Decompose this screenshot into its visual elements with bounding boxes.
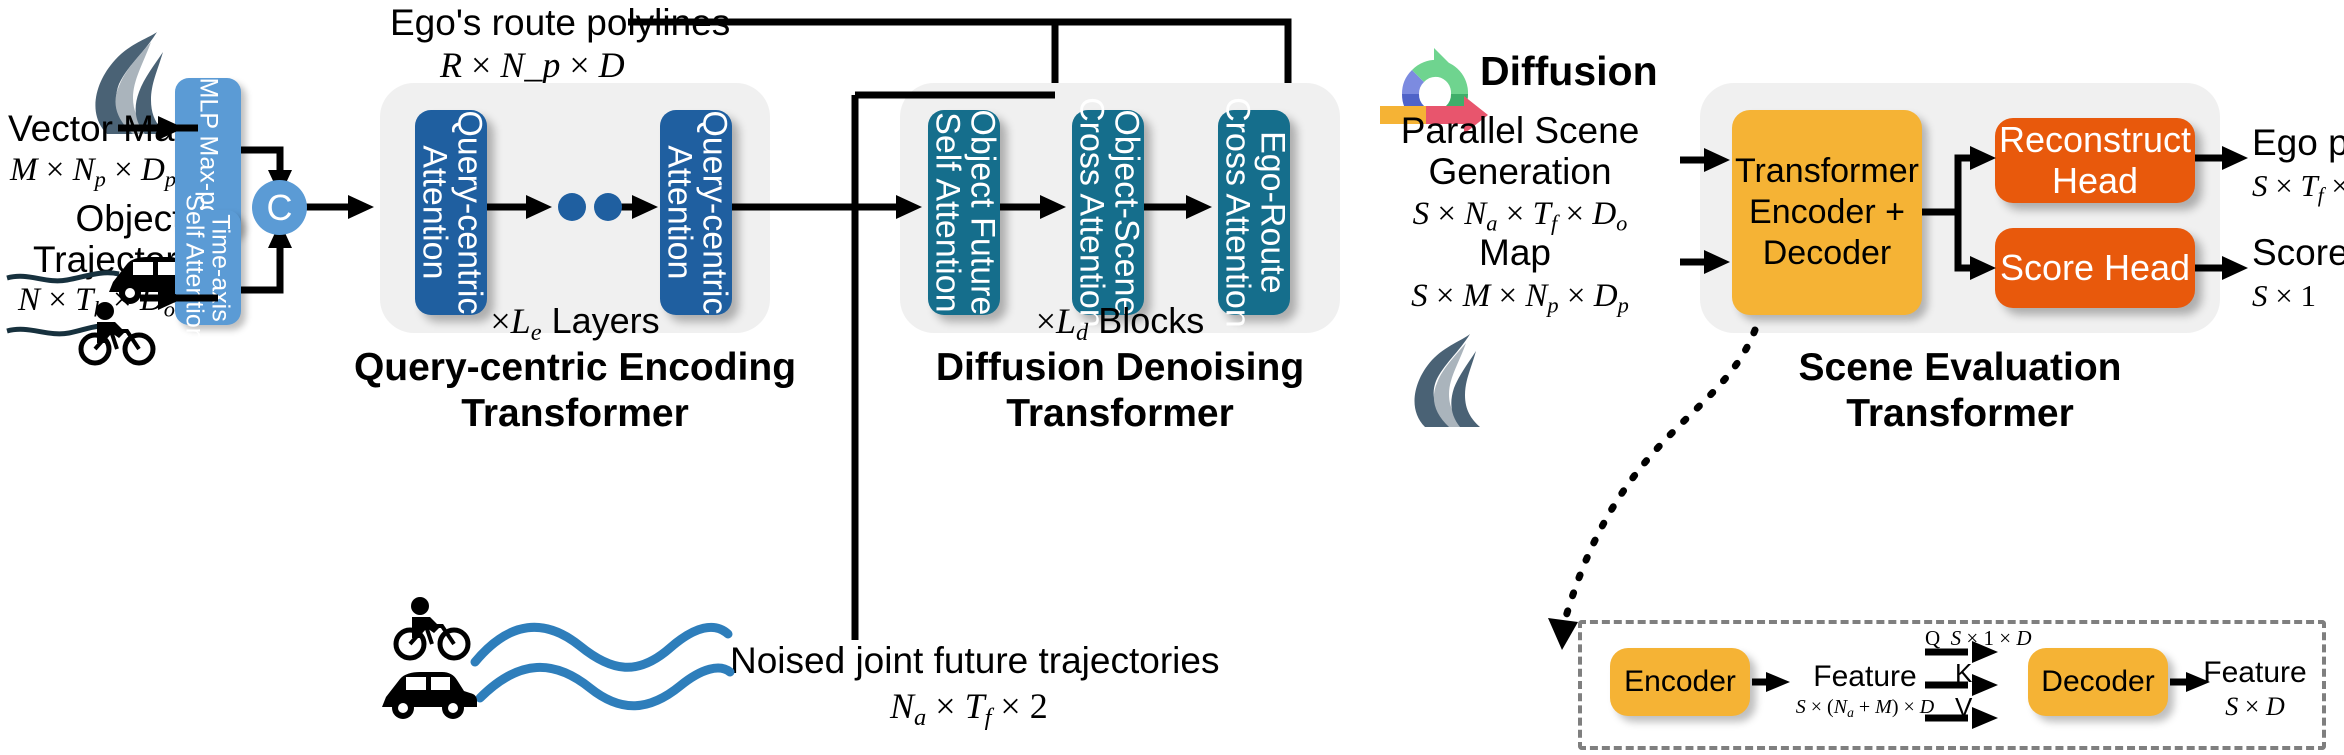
time-axis-self-attention-label: Time-axis Self Attention [181, 193, 236, 342]
diffusion-block-2[interactable]: Object-Scene Cross Attention [1072, 97, 1145, 328]
diffusion-block-3-label: Ego-Route Cross Attention [1218, 97, 1292, 328]
ego-route-label-text: Ego's route polylines [390, 2, 731, 43]
transformer-line2: Encoder + [1749, 193, 1905, 232]
cyclist-icon [393, 597, 471, 661]
inset-decoder-block[interactable]: Decoder [2028, 648, 2168, 716]
inset-encoder-label: Encoder [1624, 665, 1736, 698]
diffusion-caption: Diffusion Denoising Transformer [935, 346, 1305, 436]
encoder-block-1-label: Query-centric Attention [415, 110, 489, 315]
score-head-line1: Score Head [1999, 246, 2191, 288]
transformer-line1: Transformer [1735, 152, 1919, 191]
inset-v-key: V [1955, 692, 1973, 722]
diffusion-block-3[interactable]: Ego-Route Cross Attention [1218, 97, 1291, 328]
diffusion-badge-label: Diffusion [1480, 48, 1658, 94]
inset-q-dims: Q S × 1 × D [1925, 626, 2032, 650]
transformer-encoder-decoder-block[interactable]: Transformer Encoder + Decoder [1732, 110, 1922, 315]
inset-feature-mid: Feature S × (Na + M) × D [1795, 660, 1935, 720]
ego-route-dims: R × N_p × D [440, 45, 625, 85]
encoder-block-2-label: Query-centric Attention [660, 110, 734, 315]
score-output-dims: S × 1 [2252, 278, 2316, 313]
inset-encoder-block[interactable]: Encoder [1610, 648, 1750, 716]
parallel-scene-label: Parallel Scene Generation [1400, 110, 1640, 193]
reconstruct-head-block[interactable]: Reconstruct Head [1995, 118, 2195, 203]
inset-feature-out: Feature S × D [2203, 656, 2307, 721]
time-axis-self-attention-block[interactable]: Time-axis Self Attention [175, 194, 241, 341]
road-icon [1414, 334, 1480, 427]
ego-plan-output-dims: S × Tf × 3 [2252, 168, 2344, 207]
evaluation-caption: Scene Evaluation Transformer [1798, 346, 2122, 436]
encoder-block-1[interactable]: Query-centric Attention [415, 110, 489, 315]
encoder-caption: Query-centric Encoding Transformer [353, 346, 797, 436]
car-icon [382, 672, 477, 719]
ego-route-label: Ego's route polylines [390, 2, 730, 43]
inset-decoder-label: Decoder [2041, 665, 2155, 698]
vector-map-label: Vector Map [8, 108, 196, 149]
encoder-block-2[interactable]: Query-centric Attention [660, 110, 734, 315]
diffusion-block-2-label: Object-Scene Cross Attention [1072, 97, 1146, 328]
inset-k-key: K [1955, 658, 1973, 688]
map-input-label: Map [1479, 232, 1551, 273]
reconstruct-head-line1: Reconstruct [1998, 119, 2192, 161]
reconstruct-head-line2: Head [2051, 159, 2139, 201]
concat-node[interactable]: C [252, 180, 307, 235]
map-input-dims: S × M × Np × Dp [1411, 278, 1629, 318]
score-output-label: Score [2252, 232, 2344, 273]
diffusion-repeat-label: ×Ld Blocks [1035, 300, 1205, 346]
diffusion-block-1[interactable]: Object Future Self Attention [928, 109, 1002, 316]
score-head-block[interactable]: Score Head [1995, 228, 2195, 308]
noised-traj-label: Noised joint future trajectories [730, 640, 1220, 681]
vector-map-dims: M × Np × Dp [10, 152, 177, 192]
encoder-repeat-label: ×Le Layers [490, 300, 660, 346]
noised-traj-dims: Na × Tf × 2 [890, 686, 1048, 731]
parallel-scene-dims: S × Na × Tf × Do [1412, 196, 1628, 236]
transformer-line3: Decoder [1762, 233, 1892, 272]
diffusion-block-1-label: Object Future Self Attention [928, 109, 1002, 316]
concat-label: C [266, 186, 293, 228]
ego-plan-output-label: Ego plan [2252, 122, 2344, 163]
